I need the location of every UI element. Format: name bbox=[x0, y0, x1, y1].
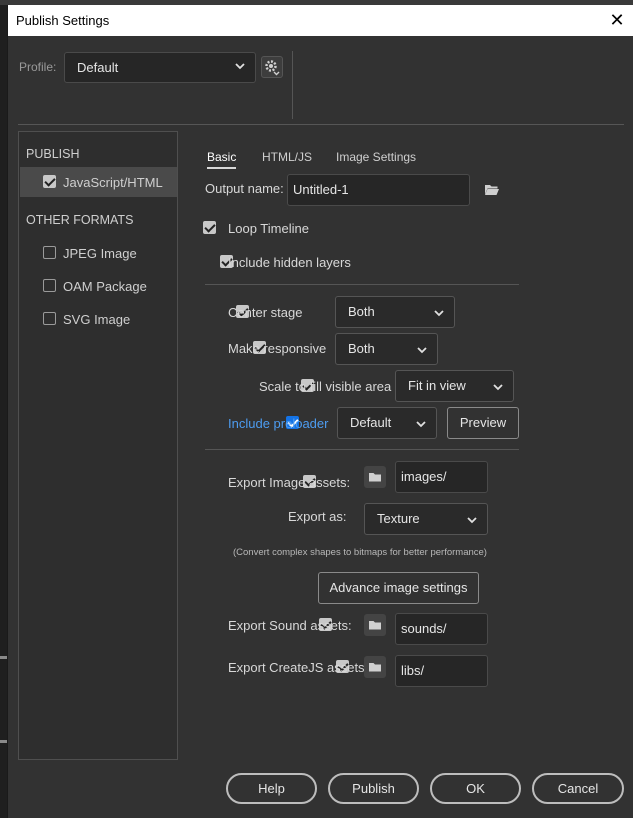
browse-createjs-folder-button[interactable] bbox=[364, 656, 386, 678]
chevron-down-icon bbox=[434, 310, 444, 317]
chevron-down-icon bbox=[467, 517, 477, 524]
format-item-javascript-html[interactable]: JavaScript/HTML bbox=[20, 167, 177, 197]
profile-label: Profile: bbox=[19, 60, 57, 74]
chevron-down-icon bbox=[416, 421, 426, 428]
background-scrollbar-stub bbox=[0, 656, 7, 659]
format-list-panel: PUBLISH JavaScript/HTML OTHER FORMATS JP… bbox=[18, 131, 178, 760]
folder-icon bbox=[369, 621, 381, 630]
scale-to-fill-select[interactable]: Fit in view bbox=[395, 370, 514, 402]
help-button[interactable]: Help bbox=[226, 773, 317, 804]
format-label: SVG Image bbox=[63, 312, 131, 327]
chevron-down-icon bbox=[493, 384, 503, 391]
format-checkbox-svg-image[interactable] bbox=[43, 312, 56, 325]
center-stage-value: Both bbox=[348, 304, 375, 319]
section-divider bbox=[205, 449, 519, 450]
export-as-value: Texture bbox=[377, 511, 420, 526]
scale-to-fill-value: Fit in view bbox=[408, 378, 466, 393]
createjs-assets-path-value: libs/ bbox=[401, 663, 425, 678]
ok-button[interactable]: OK bbox=[430, 773, 521, 804]
title-bar[interactable]: Publish Settings ✕ bbox=[8, 5, 633, 36]
profile-select[interactable]: Default bbox=[64, 52, 256, 83]
output-name-label: Output name: bbox=[205, 181, 284, 196]
preloader-select[interactable]: Default bbox=[337, 407, 437, 439]
tab-image-settings[interactable]: Image Settings bbox=[336, 150, 416, 164]
export-image-assets-label: Export Image assets: bbox=[228, 475, 351, 490]
make-responsive-value: Both bbox=[348, 341, 375, 356]
advance-image-settings-button[interactable]: Advance image settings bbox=[318, 572, 479, 604]
background-scrollbar-stub bbox=[0, 740, 7, 743]
profile-options-button[interactable] bbox=[261, 56, 283, 78]
other-formats-heading: OTHER FORMATS bbox=[26, 213, 134, 227]
close-icon[interactable]: ✕ bbox=[608, 11, 626, 29]
section-divider bbox=[205, 284, 519, 285]
convert-note: (Convert complex shapes to bitmaps for b… bbox=[233, 547, 487, 558]
profile-select-value: Default bbox=[77, 60, 119, 75]
export-createjs-assets-label: Export CreateJS assets: bbox=[228, 660, 369, 675]
format-checkbox-javascript-html[interactable] bbox=[43, 175, 56, 188]
gear-icon bbox=[265, 60, 280, 76]
format-label: OAM Package bbox=[63, 279, 147, 294]
publish-settings-dialog: Publish Settings ✕ Profile: Default PUBL… bbox=[7, 5, 633, 818]
publish-button[interactable]: Publish bbox=[328, 773, 419, 804]
center-stage-select[interactable]: Both bbox=[335, 296, 455, 328]
tab-basic[interactable]: Basic bbox=[207, 150, 237, 169]
folder-icon bbox=[369, 473, 381, 482]
make-responsive-label: Make responsive bbox=[228, 341, 327, 356]
format-checkbox-oam-package[interactable] bbox=[43, 279, 56, 292]
format-checkbox-jpeg-image[interactable] bbox=[43, 246, 56, 259]
image-assets-path-value: images/ bbox=[401, 469, 447, 484]
preloader-value: Default bbox=[350, 415, 392, 430]
profile-divider bbox=[292, 51, 293, 119]
cancel-button[interactable]: Cancel bbox=[532, 773, 624, 804]
header-divider bbox=[18, 124, 624, 125]
export-as-select[interactable]: Texture bbox=[364, 503, 488, 535]
output-name-value: Untitled-1 bbox=[293, 182, 349, 197]
center-stage-label: Center stage bbox=[228, 305, 303, 320]
folder-open-icon[interactable] bbox=[484, 182, 500, 196]
loop-timeline-checkbox[interactable] bbox=[203, 221, 216, 234]
publish-heading: PUBLISH bbox=[26, 147, 80, 161]
browse-image-folder-button[interactable] bbox=[364, 466, 386, 488]
sound-assets-path-value: sounds/ bbox=[401, 621, 447, 636]
sound-assets-path-input[interactable]: sounds/ bbox=[395, 613, 488, 645]
export-sound-assets-label: Export Sound assets: bbox=[228, 618, 352, 633]
make-responsive-select[interactable]: Both bbox=[335, 333, 438, 365]
output-name-input[interactable]: Untitled-1 bbox=[287, 174, 470, 206]
tab-html-js[interactable]: HTML/JS bbox=[262, 150, 312, 164]
format-label: JavaScript/HTML bbox=[63, 175, 163, 190]
chevron-down-icon bbox=[417, 347, 427, 354]
format-item-svg-image[interactable]: SVG Image bbox=[20, 304, 177, 334]
format-item-jpeg-image[interactable]: JPEG Image bbox=[20, 238, 177, 268]
preview-button[interactable]: Preview bbox=[447, 407, 519, 439]
browse-sound-folder-button[interactable] bbox=[364, 614, 386, 636]
folder-icon bbox=[369, 663, 381, 672]
include-preloader-label: Include preloader bbox=[228, 416, 329, 431]
loop-timeline-label: Loop Timeline bbox=[228, 221, 309, 236]
chevron-down-icon bbox=[235, 63, 245, 70]
export-as-label: Export as: bbox=[288, 509, 347, 524]
include-hidden-layers-label: Include hidden layers bbox=[228, 255, 351, 270]
format-item-oam-package[interactable]: OAM Package bbox=[20, 271, 177, 301]
dialog-title: Publish Settings bbox=[16, 13, 110, 28]
image-assets-path-input[interactable]: images/ bbox=[395, 461, 488, 493]
scale-to-fill-label: Scale to fill visible area bbox=[259, 379, 392, 394]
format-label: JPEG Image bbox=[63, 246, 137, 261]
createjs-assets-path-input[interactable]: libs/ bbox=[395, 655, 488, 687]
